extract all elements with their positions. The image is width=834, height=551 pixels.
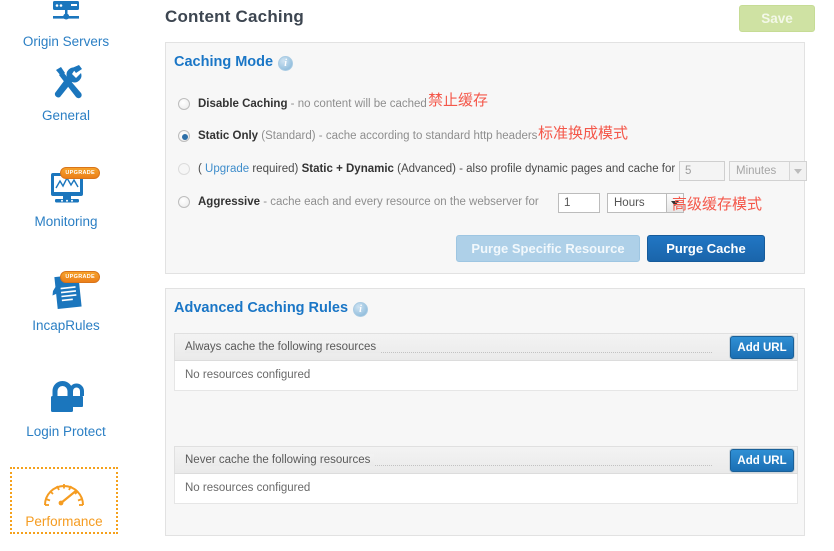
advanced-rules-title-text: Advanced Caching Rules (174, 300, 349, 316)
annotation-static-only: 标准换成模式 (538, 124, 629, 142)
add-url-button-always[interactable]: Add URL (730, 336, 794, 359)
caching-mode-title-text: Caching Mode (174, 54, 274, 70)
sidebar-item-label: Performance (25, 514, 103, 529)
upgrade-badge: UPGRADE (60, 271, 100, 283)
lock-icon (38, 378, 94, 422)
chevron-down-icon (789, 162, 806, 180)
sidebar-item-general[interactable]: General (12, 62, 120, 124)
option-rest-label: (Standard) - cache according to standard… (258, 130, 538, 142)
option-label: ( Upgrade required) Static + Dynamic (Ad… (198, 159, 675, 179)
option-rest-label: (Advanced) - also profile dynamic pages … (393, 163, 676, 175)
never-cache-header: Never cache the following resources Add … (174, 446, 798, 474)
upgrade-link[interactable]: Upgrade (205, 163, 249, 175)
always-cache-body: No resources configured (174, 361, 798, 391)
option-label: Disable Caching - no content will be cac… (198, 94, 427, 114)
tools-icon (38, 62, 94, 106)
sidebar-item-label: Login Protect (26, 424, 106, 439)
option-label: Aggressive - cache each and every resour… (198, 192, 539, 212)
radio-disable-caching[interactable] (178, 98, 190, 110)
never-cache-body: No resources configured (174, 474, 798, 504)
sidebar-item-monitoring[interactable]: UPGRADE Monitoring (12, 167, 120, 230)
radio-aggressive[interactable] (178, 196, 190, 208)
static-dynamic-unit-value: Minutes (736, 165, 777, 177)
add-url-button-never[interactable]: Add URL (730, 449, 794, 472)
gauge-icon (36, 472, 92, 512)
document-pen-icon: UPGRADE (38, 271, 100, 316)
option-bold-label: Static Only (198, 130, 259, 142)
option-static-only[interactable]: Static Only (Standard) - cache according… (166, 126, 804, 148)
always-cache-header-label: Always cache the following resources (185, 341, 381, 353)
sidebar: Origin Servers General UPGRADE Monitorin… (0, 0, 160, 551)
never-cache-header-label: Never cache the following resources (185, 454, 375, 466)
server-icon (38, 0, 94, 32)
option-prefix2: required) (249, 163, 302, 175)
main-content: Content Caching Save Caching Mode i Disa… (160, 0, 834, 551)
static-dynamic-duration-input[interactable] (679, 161, 725, 181)
advanced-caching-rules-panel: Advanced Caching Rules i Always cache th… (165, 288, 805, 536)
app-root: Origin Servers General UPGRADE Monitorin… (0, 0, 834, 551)
caching-mode-title: Caching Mode i (174, 54, 294, 71)
sidebar-item-origin-servers[interactable]: Origin Servers (12, 0, 120, 50)
sidebar-item-login-protect[interactable]: Login Protect (12, 378, 120, 440)
sidebar-item-label: Origin Servers (22, 34, 110, 49)
annotation-disable-caching: 禁止缓存 (428, 91, 489, 109)
purge-cache-button[interactable]: Purge Cache (647, 235, 765, 262)
always-cache-header: Always cache the following resources Add… (174, 333, 798, 361)
option-prefix: ( (198, 163, 206, 175)
monitor-icon: UPGRADE (38, 167, 100, 212)
page-title: Content Caching (165, 7, 304, 26)
info-icon[interactable]: i (278, 55, 294, 71)
sidebar-item-label: IncapRules (32, 318, 100, 333)
annotation-aggressive: 高级缓存模式 (672, 195, 763, 213)
option-bold-label: Static + Dynamic (301, 163, 394, 175)
sidebar-item-incaprules[interactable]: UPGRADE IncapRules (12, 271, 120, 334)
radio-static-dynamic[interactable] (178, 163, 190, 175)
option-bold-label: Disable Caching (198, 98, 288, 110)
sidebar-item-performance[interactable]: Performance (10, 467, 118, 534)
info-icon[interactable]: i (353, 301, 369, 317)
caching-mode-panel: Caching Mode i Disable Caching - no cont… (165, 42, 807, 274)
save-button[interactable]: Save (739, 5, 815, 32)
option-rest-label: - cache each and every resource on the w… (260, 196, 539, 208)
advanced-rules-title: Advanced Caching Rules i (174, 300, 369, 317)
option-rest-label: - no content will be cached (287, 98, 427, 110)
aggressive-unit-value: Hours (614, 197, 645, 209)
purge-specific-resource-button[interactable]: Purge Specific Resource (456, 235, 640, 262)
sidebar-item-label: General (41, 108, 91, 123)
aggressive-duration-input[interactable] (558, 193, 600, 213)
option-static-dynamic[interactable]: ( Upgrade required) Static + Dynamic (Ad… (166, 159, 807, 181)
option-label: Static Only (Standard) - cache according… (198, 126, 537, 146)
always-cache-empty-text: No resources configured (185, 369, 311, 381)
upgrade-badge: UPGRADE (60, 167, 100, 179)
option-bold-label: Aggressive (198, 196, 261, 208)
static-dynamic-unit-select[interactable]: Minutes (729, 161, 807, 181)
radio-static-only[interactable] (178, 130, 190, 142)
never-cache-empty-text: No resources configured (185, 482, 311, 494)
sidebar-item-label: Monitoring (34, 214, 98, 229)
